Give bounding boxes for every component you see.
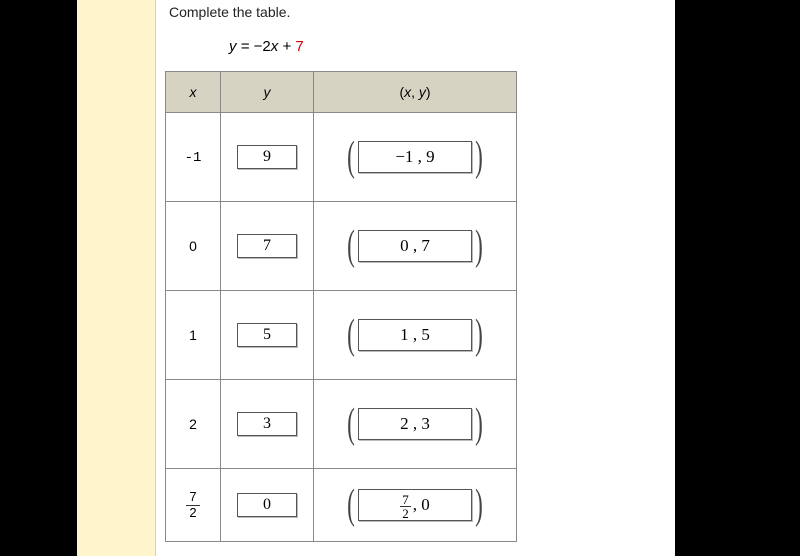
pair-input[interactable]: 0 , 7 (358, 230, 472, 262)
fraction: 7 2 (186, 490, 199, 520)
x-value: 0 (166, 202, 221, 291)
instruction-text: Complete the table. (169, 4, 665, 20)
equation-plus: + (282, 38, 295, 55)
y-input[interactable]: 9 (237, 145, 297, 169)
header-y: y (221, 72, 314, 113)
x-value: -1 (166, 113, 221, 202)
equation-lhs: y (229, 38, 237, 55)
equation-eq: = (241, 38, 254, 55)
table-row: 2 3 ( 2 , 3 ) (166, 380, 517, 469)
y-input[interactable]: 0 (237, 493, 297, 517)
table-row: 0 7 ( 0 , 7 ) (166, 202, 517, 291)
header-x: x (166, 72, 221, 113)
main-content: Complete the table. y = −2x + 7 x y (x, … (169, 4, 665, 542)
equation-term1: −2x (254, 38, 279, 55)
function-table: x y (x, y) -1 9 ( −1 , 9 ) (165, 71, 517, 542)
x-value: 2 (166, 380, 221, 469)
equation-constant: 7 (295, 38, 303, 55)
x-value: 7 2 (166, 469, 221, 542)
table-row: 1 5 ( 1 , 5 ) (166, 291, 517, 380)
pair-cell: ( 2 , 3 ) (314, 380, 517, 469)
pair-input[interactable]: 1 , 5 (358, 319, 472, 351)
content-area: Complete the table. y = −2x + 7 x y (x, … (77, 0, 675, 556)
y-cell: 9 (221, 113, 314, 202)
table-row: -1 9 ( −1 , 9 ) (166, 113, 517, 202)
x-value: 1 (166, 291, 221, 380)
pair-input[interactable]: −1 , 9 (358, 141, 472, 173)
equation: y = −2x + 7 (229, 38, 665, 55)
pair-cell: ( 1 , 5 ) (314, 291, 517, 380)
y-input[interactable]: 3 (237, 412, 297, 436)
pair-cell: ( −1 , 9 ) (314, 113, 517, 202)
table-row: 7 2 0 ( 72, 0 ) (166, 469, 517, 542)
pair-input[interactable]: 2 , 3 (358, 408, 472, 440)
page: Complete the table. y = −2x + 7 x y (x, … (0, 0, 800, 556)
pair-cell: ( 0 , 7 ) (314, 202, 517, 291)
y-cell: 0 (221, 469, 314, 542)
table-header-row: x y (x, y) (166, 72, 517, 113)
y-cell: 5 (221, 291, 314, 380)
pair-cell: ( 72, 0 ) (314, 469, 517, 542)
y-input[interactable]: 5 (237, 323, 297, 347)
y-cell: 7 (221, 202, 314, 291)
left-sidebar (77, 0, 156, 556)
header-xy: (x, y) (314, 72, 517, 113)
y-cell: 3 (221, 380, 314, 469)
y-input[interactable]: 7 (237, 234, 297, 258)
pair-input[interactable]: 72, 0 (358, 489, 472, 521)
